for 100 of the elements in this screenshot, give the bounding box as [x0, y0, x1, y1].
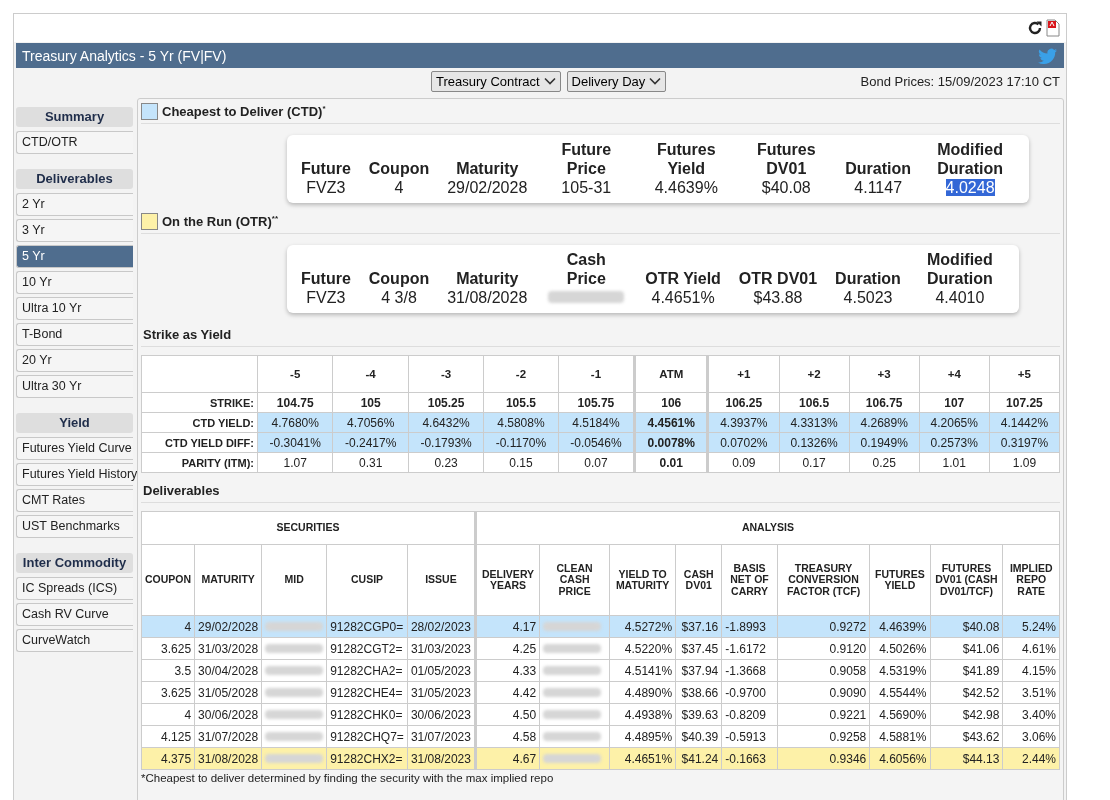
redacted-value — [265, 621, 324, 631]
table-cell: 91282CHE4= — [326, 681, 408, 704]
redacted-value — [265, 709, 324, 719]
redacted-value — [543, 687, 602, 697]
column-header: FUTURES YIELD — [869, 544, 930, 616]
table-cell: 91282CHQ7= — [326, 725, 408, 748]
sidebar-item[interactable]: 5 Yr — [16, 245, 133, 268]
sidebar-item[interactable]: CTD/OTR — [16, 131, 133, 154]
table-cell: 4.33 — [475, 659, 540, 682]
sidebar-item[interactable]: IC Spreads (ICS) — [16, 577, 133, 600]
table-cell: 0.9058 — [777, 659, 870, 682]
table-cell: 104.75 — [257, 392, 333, 413]
table-cell: 4.50 — [475, 703, 540, 726]
section-title: Cheapest to Deliver (CTD)$^{*}$ — [162, 103, 326, 120]
footnote: *Cheapest to deliver determined by finding the security with the max implied repo — [141, 772, 555, 784]
redacted-value — [543, 753, 602, 763]
row-header: CTD YIELD DIFF: — [141, 432, 258, 453]
table-cell: $42.98 — [930, 703, 1003, 726]
table-cell: $40.39 — [675, 725, 722, 748]
sidebar-item[interactable]: Futures Yield Curve — [16, 437, 133, 460]
table-cell: 105.25 — [408, 392, 484, 413]
table-cell: 4.4561% — [634, 412, 708, 433]
card-value: 4.4651% — [651, 289, 715, 306]
card-value: 4.4010 — [935, 289, 985, 306]
table-cell: 107 — [919, 392, 990, 413]
table-cell: 106.25 — [707, 392, 780, 413]
sidebar-item[interactable]: CurveWatch — [16, 629, 133, 652]
table-cell: 30/04/2028 — [194, 659, 262, 682]
table-cell: 4 — [141, 615, 195, 638]
card-label: Duration — [835, 269, 901, 288]
sidebar-item[interactable]: 20 Yr — [16, 349, 133, 372]
table-cell: 4.5319% — [869, 659, 930, 682]
table-cell: 31/07/2028 — [194, 725, 262, 748]
table-cell: 31/05/2028 — [194, 681, 262, 704]
sidebar-item[interactable]: Ultra 30 Yr — [16, 375, 133, 398]
sidebar-item[interactable]: 2 Yr — [16, 193, 133, 216]
column-header: IMPLIED REPO RATE — [1002, 544, 1060, 616]
column-header: FUTURES DV01 (CASH DV01/TCF) — [930, 544, 1003, 616]
card-label: Future — [301, 159, 351, 178]
card-label: Maturity — [455, 159, 520, 178]
table-cell: 4.61% — [1002, 637, 1060, 660]
section-title: On the Run (OTR)$^{**}$ — [162, 213, 278, 230]
column-header: CUSIP — [326, 544, 408, 616]
redacted-value — [543, 731, 602, 741]
table-cell: 0.9120 — [777, 637, 870, 660]
table-cell: 0.0078% — [634, 432, 708, 453]
sidebar-heading: Yield — [16, 413, 133, 433]
column-header: +5 — [989, 355, 1060, 393]
card-value: $40.08 — [761, 179, 811, 196]
card-label: Coupon — [368, 159, 430, 178]
dropdown[interactable]: Delivery Day — [566, 70, 667, 92]
card-value: FVZ3 — [306, 289, 346, 306]
bond-prices-text: Bond Prices: 15/09/2023 17:10 CT — [860, 73, 1060, 89]
card-value: 4.4639% — [654, 179, 718, 196]
refresh-icon[interactable] — [1027, 20, 1043, 36]
column-header: MID — [261, 544, 327, 616]
redacted-value — [265, 643, 324, 653]
table-cell: $37.45 — [675, 637, 722, 660]
card-value: 29/02/2028 — [447, 179, 528, 196]
table-cell: 0.9258 — [777, 725, 870, 748]
table-cell: 4.15% — [1002, 659, 1060, 682]
table-cell: 4.4938% — [609, 703, 676, 726]
table-cell: 105 — [332, 392, 409, 413]
table-cell: 30/06/2028 — [194, 703, 262, 726]
column-header: COUPON — [141, 544, 195, 616]
column-header: ATM — [634, 355, 708, 393]
caret-icon — [649, 77, 662, 85]
table-cell: -0.5913 — [721, 725, 778, 748]
sidebar-item[interactable]: UST Benchmarks — [16, 515, 133, 538]
table-cell: $43.62 — [930, 725, 1003, 748]
redacted-value — [543, 621, 602, 631]
table-cell: -1.6172 — [721, 637, 778, 660]
table-cell: $39.63 — [675, 703, 722, 726]
card-value: 4.1147 — [854, 179, 903, 196]
pdf-icon[interactable] — [1046, 19, 1060, 37]
column-header: +2 — [779, 355, 850, 393]
row-header: CTD YIELD: — [141, 412, 258, 433]
row-header: PARITY (ITM): — [141, 452, 258, 473]
dropdown[interactable]: Treasury Contract — [431, 70, 561, 92]
table-cell: 0.01 — [634, 452, 708, 473]
table-cell: 1.01 — [919, 452, 990, 473]
table-cell: 4.5026% — [869, 637, 930, 660]
table-cell: $37.94 — [675, 659, 722, 682]
sidebar-item[interactable]: Cash RV Curve — [16, 603, 133, 626]
card-label: OTR Yield — [645, 269, 721, 288]
table-cell: 3.625 — [141, 681, 195, 704]
sidebar-item[interactable]: Ultra 10 Yr — [16, 297, 133, 320]
column-header: +3 — [849, 355, 920, 393]
table-cell: $42.52 — [930, 681, 1003, 704]
sidebar-item[interactable]: CMT Rates — [16, 489, 133, 512]
redacted-value — [265, 687, 324, 697]
table-cell: 4 — [141, 703, 195, 726]
card-value: 4.0248 — [945, 179, 995, 196]
caret-icon — [543, 77, 556, 85]
sidebar-item[interactable]: 3 Yr — [16, 219, 133, 242]
table-cell: 3.5 — [141, 659, 195, 682]
table-cell: $41.89 — [930, 659, 1003, 682]
sidebar-item[interactable]: T-Bond — [16, 323, 133, 346]
sidebar-heading: Summary — [16, 107, 133, 127]
sidebar-item[interactable]: 10 Yr — [16, 271, 133, 294]
